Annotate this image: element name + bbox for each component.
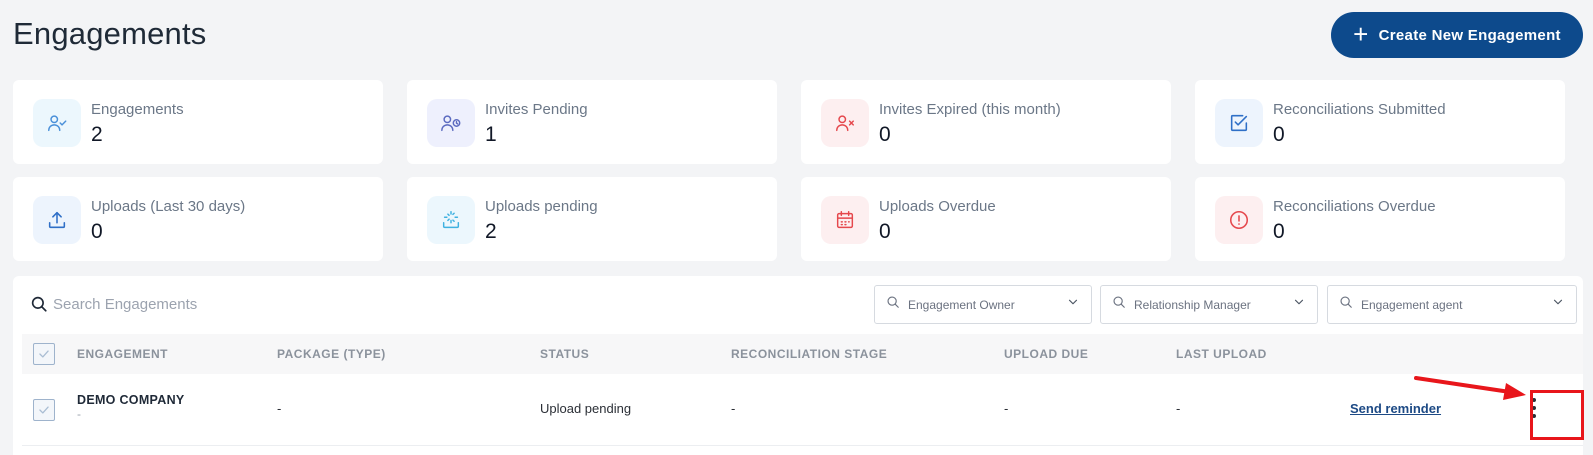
engagement-subtitle: -: [77, 407, 81, 421]
relationship-manager-placeholder: Relationship Manager: [1134, 297, 1251, 312]
search-input[interactable]: [53, 290, 353, 318]
stat-value: 2: [485, 220, 497, 243]
stat-label: Engagements: [91, 101, 184, 118]
stat-card-uploads-overdue: Uploads Overdue 0: [801, 177, 1171, 261]
last-upload: -: [1176, 401, 1181, 416]
stat-value: 2: [91, 123, 103, 146]
annotation-highlight-box: [1530, 390, 1584, 440]
plus-icon: +: [1353, 18, 1369, 49]
upload-loading-icon: [427, 196, 475, 244]
column-header-last-upload[interactable]: LAST UPLOAD: [1176, 347, 1267, 361]
stat-card-invites-expired: Invites Expired (this month) 0: [801, 80, 1171, 164]
stat-card-invites-pending: Invites Pending 1: [407, 80, 777, 164]
table-header: ENGAGEMENT PACKAGE (TYPE) STATUS RECONCI…: [22, 334, 1583, 374]
column-header-engagement[interactable]: ENGAGEMENT: [77, 347, 168, 361]
column-header-upload-due[interactable]: UPLOAD DUE: [1004, 347, 1088, 361]
row-checkbox[interactable]: [33, 399, 55, 421]
user-x-icon: [821, 99, 869, 147]
stat-value: 0: [879, 123, 891, 146]
chevron-down-icon: [1066, 295, 1080, 314]
create-engagement-label: Create New Engagement: [1378, 26, 1561, 44]
stat-label: Invites Pending: [485, 101, 588, 118]
search-icon: [1112, 295, 1126, 314]
chevron-down-icon: [1292, 295, 1306, 314]
stat-label: Uploads pending: [485, 198, 598, 215]
stat-label: Uploads Overdue: [879, 198, 996, 215]
column-header-reconciliation-stage[interactable]: RECONCILIATION STAGE: [731, 347, 887, 361]
stat-card-uploads-30-days: Uploads (Last 30 days) 0: [13, 177, 383, 261]
stat-value: 0: [879, 220, 891, 243]
stat-label: Invites Expired (this month): [879, 101, 1061, 118]
select-all-checkbox[interactable]: [33, 343, 55, 365]
stat-card-uploads-pending: Uploads pending 2: [407, 177, 777, 261]
checkbox-icon: [1215, 99, 1263, 147]
stat-value: 0: [1273, 220, 1285, 243]
engagement-agent-placeholder: Engagement agent: [1361, 297, 1463, 312]
stat-value: 0: [1273, 123, 1285, 146]
engagement-owner-filter[interactable]: Engagement Owner: [874, 285, 1092, 324]
stat-value: 0: [91, 220, 103, 243]
stat-label: Reconciliations Overdue: [1273, 198, 1436, 215]
send-reminder-link[interactable]: Send reminder: [1350, 401, 1441, 416]
status: Upload pending: [540, 401, 632, 416]
engagements-table-panel: Engagement Owner Relationship Manager En…: [13, 276, 1583, 455]
alert-circle-icon: [1215, 196, 1263, 244]
page-title: Engagements: [13, 16, 207, 51]
stat-label: Reconciliations Submitted: [1273, 101, 1446, 118]
column-header-status[interactable]: STATUS: [540, 347, 589, 361]
calendar-icon: [821, 196, 869, 244]
search-icon: [886, 295, 900, 314]
engagement-agent-filter[interactable]: Engagement agent: [1327, 285, 1577, 324]
package-type: -: [277, 401, 282, 416]
stat-card-engagements: Engagements 2: [13, 80, 383, 164]
search-icon: [1339, 295, 1353, 314]
table-row[interactable]: DEMO COMPANY - - Upload pending - - - Se…: [22, 374, 1583, 446]
stat-card-reconciliations-submitted: Reconciliations Submitted 0: [1195, 80, 1565, 164]
engagement-owner-placeholder: Engagement Owner: [908, 297, 1015, 312]
relationship-manager-filter[interactable]: Relationship Manager: [1100, 285, 1318, 324]
upload-icon: [33, 196, 81, 244]
chevron-down-icon: [1551, 295, 1565, 314]
reconciliation-stage: -: [731, 401, 736, 416]
stat-value: 1: [485, 123, 497, 146]
column-header-package[interactable]: PACKAGE (TYPE): [277, 347, 386, 361]
user-check-icon: [33, 99, 81, 147]
engagement-name[interactable]: DEMO COMPANY: [77, 393, 185, 407]
annotation-arrow-icon: [1414, 376, 1526, 400]
user-clock-icon: [427, 99, 475, 147]
upload-due: -: [1004, 401, 1009, 416]
search-icon: [30, 295, 48, 318]
create-engagement-button[interactable]: + Create New Engagement: [1331, 12, 1583, 58]
stat-label: Uploads (Last 30 days): [91, 198, 246, 215]
stat-card-reconciliations-overdue: Reconciliations Overdue 0: [1195, 177, 1565, 261]
